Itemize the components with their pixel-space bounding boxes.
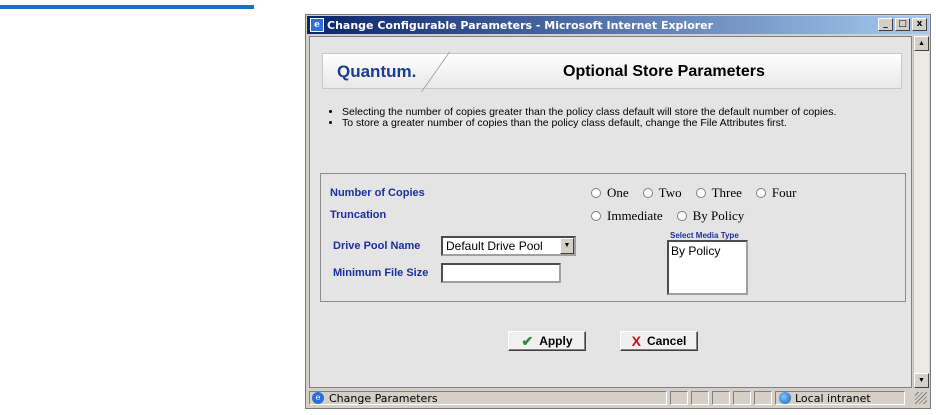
copies-option-three[interactable]: Three <box>695 185 742 201</box>
minimize-button[interactable]: _ <box>878 18 893 31</box>
page-content: Quantum. Optional Store Parameters Selec… <box>309 36 912 388</box>
chevron-down-icon[interactable]: ▼ <box>560 238 574 254</box>
radio-icon[interactable] <box>695 188 706 198</box>
close-button[interactable]: x <box>912 18 927 31</box>
notes-list: Selecting the number of copies greater t… <box>324 107 911 129</box>
page-header: Quantum. Optional Store Parameters <box>322 52 902 92</box>
status-pane <box>712 391 730 405</box>
page-title: Optional Store Parameters <box>563 63 765 80</box>
drive-pool-select[interactable]: Default Drive Pool ▼ <box>441 236 576 256</box>
zone-text: Local intranet <box>795 391 871 405</box>
note-item: To store a greater number of copies than… <box>342 118 911 129</box>
status-pane <box>691 391 709 405</box>
radio-icon[interactable] <box>676 211 687 221</box>
logo-divider <box>420 52 491 92</box>
ie-page-icon: e <box>312 392 324 404</box>
maximize-button[interactable]: □ <box>895 18 910 31</box>
truncation-radio-group: Immediate By Policy <box>591 208 758 224</box>
truncation-label: Truncation <box>330 209 387 221</box>
copies-option-two[interactable]: Two <box>642 185 682 201</box>
min-file-size-label: Minimum File Size <box>333 267 429 279</box>
radio-icon[interactable] <box>591 211 601 221</box>
radio-icon[interactable] <box>755 188 766 198</box>
scroll-down-icon[interactable]: ▼ <box>914 373 929 388</box>
security-zone: Local intranet <box>775 391 905 405</box>
cancel-button[interactable]: X Cancel <box>620 331 698 351</box>
browser-window: e Change Configurable Parameters - Micro… <box>305 14 931 409</box>
parameters-form: Number of Copies One Two Three Four Trun… <box>320 173 906 302</box>
status-text-pane: e Change Parameters <box>309 391 667 405</box>
quantum-logo: Quantum. <box>337 62 417 81</box>
title-bar[interactable]: e Change Configurable Parameters - Micro… <box>307 16 929 34</box>
header-rule <box>0 5 254 9</box>
media-type-option[interactable]: By Policy <box>671 244 746 258</box>
vertical-scrollbar[interactable]: ▲ ▼ <box>913 36 929 388</box>
radio-icon[interactable] <box>591 188 601 198</box>
status-bar: e Change Parameters Local intranet <box>307 389 929 407</box>
drive-pool-value: Default Drive Pool <box>446 239 543 253</box>
min-file-size-input[interactable] <box>441 263 561 283</box>
radio-icon[interactable] <box>642 188 653 198</box>
x-icon: X <box>631 333 641 349</box>
truncation-option-immediate[interactable]: Immediate <box>591 208 663 224</box>
checkmark-icon: ✔ <box>521 332 534 349</box>
copies-option-four[interactable]: Four <box>755 185 796 201</box>
resize-grip-icon[interactable] <box>915 392 927 404</box>
scroll-up-icon[interactable]: ▲ <box>914 36 929 51</box>
window-title: Change Configurable Parameters - Microso… <box>327 18 714 32</box>
status-text: Change Parameters <box>329 391 438 405</box>
copies-label: Number of Copies <box>330 187 425 199</box>
status-pane <box>733 391 751 405</box>
media-type-listbox[interactable]: By Policy <box>667 240 748 295</box>
window-controls: _ □ x <box>878 18 927 31</box>
globe-icon <box>779 392 791 404</box>
copies-radio-group: One Two Three Four <box>591 185 810 201</box>
media-type-label: Select Media Type <box>670 231 739 240</box>
truncation-option-by-policy[interactable]: By Policy <box>676 208 744 224</box>
apply-button[interactable]: ✔ Apply <box>508 331 586 351</box>
status-pane <box>670 391 688 405</box>
status-pane <box>754 391 772 405</box>
drive-pool-label: Drive Pool Name <box>333 240 421 252</box>
ie-app-icon: e <box>310 18 324 32</box>
copies-option-one[interactable]: One <box>591 185 629 201</box>
